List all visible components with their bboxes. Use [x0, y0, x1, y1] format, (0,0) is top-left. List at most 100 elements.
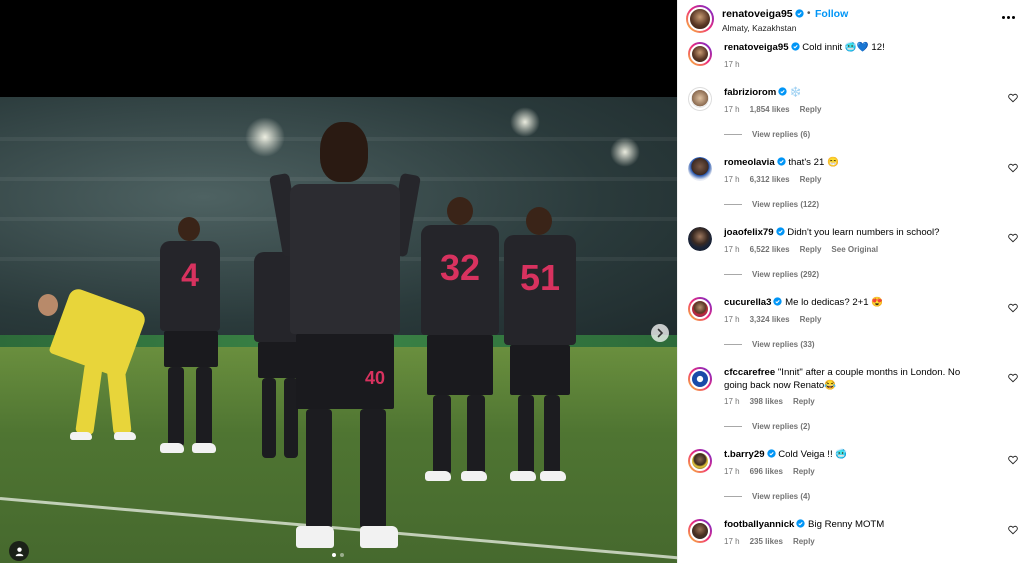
- comment-meta: 17 h 6,522 likes Reply See Original: [724, 245, 878, 254]
- replies-divider: [724, 134, 742, 135]
- heart-outline-icon[interactable]: [1008, 373, 1018, 383]
- verified-badge-icon: [773, 297, 783, 306]
- view-replies-label: View replies (4): [752, 492, 811, 501]
- heart-outline-icon[interactable]: [1008, 455, 1018, 465]
- teammate-player: 51: [500, 207, 580, 487]
- comment-text: renatoveiga95 Cold innit 🥶💙 12!: [724, 42, 982, 55]
- comment-time: 17 h: [724, 245, 740, 254]
- verified-badge-icon: [777, 157, 786, 166]
- reply-button[interactable]: Reply: [800, 315, 822, 324]
- comment-username[interactable]: fabriziorom: [724, 87, 776, 98]
- post-viewer: 4 32 51 40 renatoveiga95 • Follow Almaty…: [0, 0, 1024, 563]
- post-header: renatoveiga95 • Follow Almaty, Kazakhsta…: [678, 0, 1024, 40]
- comment-time: 17 h: [724, 105, 740, 114]
- comment-time: 17 h: [724, 397, 740, 406]
- comment-likes[interactable]: 6,312 likes: [750, 175, 790, 184]
- view-replies-button[interactable]: View replies (2): [724, 422, 810, 431]
- comment-text: fabriziorom ❄️: [724, 87, 982, 100]
- reply-button[interactable]: Reply: [793, 467, 815, 476]
- comment-body: Cold innit 🥶💙 12!: [802, 42, 885, 53]
- view-replies-button[interactable]: View replies (122): [724, 200, 819, 209]
- comment-meta: 17 h 3,324 likes Reply: [724, 315, 821, 324]
- comment-username[interactable]: joaofelix79: [724, 227, 774, 238]
- header-separator: •: [807, 8, 811, 19]
- comment-time: 17 h: [724, 175, 740, 184]
- avatar[interactable]: [688, 297, 712, 321]
- comment-likes[interactable]: 1,854 likes: [750, 105, 790, 114]
- view-replies-button[interactable]: View replies (6): [724, 130, 810, 139]
- author-username[interactable]: renatoveiga95: [722, 8, 804, 20]
- comment-time: 17 h: [724, 315, 740, 324]
- heart-outline-icon[interactable]: [1008, 525, 1018, 535]
- comment-meta: 17 h 1,854 likes Reply: [724, 105, 821, 114]
- comment-username[interactable]: t.barry29: [724, 449, 765, 460]
- comment-time: 17 h: [724, 537, 740, 546]
- reply-button[interactable]: Reply: [800, 105, 822, 114]
- heart-outline-icon[interactable]: [1008, 163, 1018, 173]
- comment-text: t.barry29 Cold Veiga !! 🥶: [724, 449, 982, 462]
- comment-body: Big Renny MOTM: [808, 519, 885, 530]
- comment-username[interactable]: cucurella3: [724, 297, 771, 308]
- avatar[interactable]: [688, 449, 712, 473]
- more-options-icon[interactable]: [999, 12, 1017, 22]
- comment-meta: 17 h 6,312 likes Reply: [724, 175, 821, 184]
- comment-text: footballyannick Big Renny MOTM: [724, 519, 982, 532]
- avatar[interactable]: [688, 519, 712, 543]
- view-replies-label: View replies (33): [752, 340, 815, 349]
- comment-username[interactable]: footballyannick: [724, 519, 794, 530]
- view-replies-label: View replies (122): [752, 200, 819, 209]
- comment-likes[interactable]: 235 likes: [750, 537, 783, 546]
- post-photo: 4 32 51 40: [0, 97, 677, 563]
- view-replies-button[interactable]: View replies (4): [724, 492, 810, 501]
- heart-outline-icon[interactable]: [1008, 233, 1018, 243]
- see-original-button[interactable]: See Original: [831, 245, 878, 254]
- view-replies-button[interactable]: View replies (292): [724, 270, 819, 279]
- comment-likes[interactable]: 696 likes: [750, 467, 783, 476]
- verified-badge-icon: [794, 9, 804, 18]
- avatar[interactable]: [688, 87, 712, 111]
- post-location[interactable]: Almaty, Kazakhstan: [722, 23, 797, 33]
- post-media[interactable]: 4 32 51 40: [0, 0, 677, 563]
- comment-body: Didn't you learn numbers in school?: [787, 227, 940, 238]
- comment-meta: 17 h 696 likes Reply: [724, 467, 815, 476]
- carousel-indicator: [332, 553, 344, 557]
- view-replies-button[interactable]: View replies (33): [724, 340, 815, 349]
- verified-badge-icon: [790, 42, 800, 51]
- comment-text: cucurella3 Me lo dedicas? 2+1 😍: [724, 297, 982, 310]
- comment-likes[interactable]: 6,522 likes: [750, 245, 790, 254]
- reply-button[interactable]: Reply: [800, 175, 822, 184]
- reply-button[interactable]: Reply: [793, 397, 815, 406]
- author-avatar[interactable]: [686, 5, 714, 33]
- reply-button[interactable]: Reply: [800, 245, 822, 254]
- comment-text: cfccarefree "Innit" after a couple month…: [724, 367, 982, 392]
- replies-divider: [724, 344, 742, 345]
- replies-divider: [724, 426, 742, 427]
- comment-meta: 17 h: [724, 60, 740, 69]
- comment-username[interactable]: renatoveiga95: [724, 42, 789, 53]
- comment-text: joaofelix79 Didn't you learn numbers in …: [724, 227, 982, 240]
- heart-outline-icon[interactable]: [1008, 93, 1018, 103]
- verified-badge-icon: [775, 227, 785, 236]
- comment-body: that's 21 😁: [788, 157, 839, 168]
- reply-button[interactable]: Reply: [793, 537, 815, 546]
- avatar[interactable]: [688, 157, 712, 181]
- comment-body: Me lo dedicas? 2+1 😍: [785, 297, 884, 308]
- comment-text: romeolavia that's 21 😁: [724, 157, 982, 170]
- avatar[interactable]: [688, 227, 712, 251]
- heart-outline-icon[interactable]: [1008, 303, 1018, 313]
- chevron-right-icon: [657, 328, 664, 338]
- carousel-next-button[interactable]: [651, 324, 669, 342]
- comment-likes[interactable]: 398 likes: [750, 397, 783, 406]
- user-tags-button[interactable]: [9, 541, 29, 561]
- follow-button[interactable]: Follow: [815, 8, 848, 20]
- avatar[interactable]: [688, 42, 712, 66]
- verified-badge-icon: [796, 519, 806, 528]
- view-replies-label: View replies (2): [752, 422, 811, 431]
- comment-likes[interactable]: 3,324 likes: [750, 315, 790, 324]
- comment-time: 17 h: [724, 467, 740, 476]
- carousel-dot: [340, 553, 344, 557]
- comment-username[interactable]: cfccarefree: [724, 367, 775, 378]
- avatar[interactable]: [688, 367, 712, 391]
- comment-username[interactable]: romeolavia: [724, 157, 775, 168]
- replies-divider: [724, 274, 742, 275]
